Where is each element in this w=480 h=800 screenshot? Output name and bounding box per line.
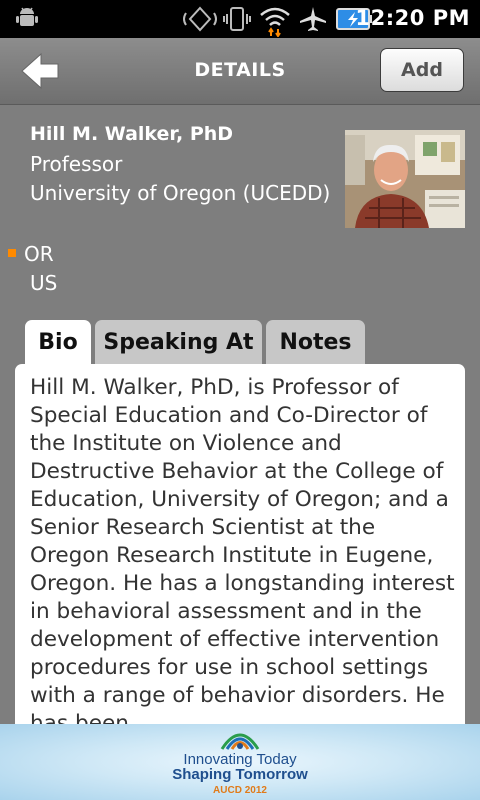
- speaker-photo: [345, 130, 465, 228]
- title-bar: DETAILS Add: [0, 38, 480, 105]
- back-arrow-icon: [14, 52, 66, 100]
- bio-panel[interactable]: Hill M. Walker, PhD, is Professor of Spe…: [15, 364, 465, 736]
- wifi-icon: [258, 5, 292, 41]
- tab-speaking-at[interactable]: Speaking At: [95, 320, 262, 365]
- speaker-state: OR: [24, 242, 54, 266]
- speaker-country: US: [30, 271, 58, 295]
- airplane-icon: [298, 5, 328, 37]
- bio-text: Hill M. Walker, PhD, is Professor of Spe…: [30, 375, 455, 736]
- banner-tagline-2: Shaping Tomorrow: [172, 766, 308, 783]
- vibrate-icon: [181, 5, 219, 37]
- banner-event-name: AUCD 2012: [213, 785, 267, 796]
- add-button[interactable]: Add: [380, 48, 464, 92]
- tab-bio[interactable]: Bio: [25, 320, 91, 368]
- speaker-name: Hill M. Walker, PhD: [30, 123, 234, 145]
- location-marker: [8, 249, 16, 257]
- speaker-organization: University of Oregon (UCEDD): [30, 181, 331, 205]
- clock: 12:20 PM: [355, 6, 470, 30]
- tab-notes[interactable]: Notes: [266, 320, 365, 365]
- phone-vibrate-icon: [221, 5, 253, 37]
- aucd-banner[interactable]: Innovating Today Shaping Tomorrow AUCD 2…: [0, 724, 480, 800]
- speaker-title: Professor: [30, 152, 123, 176]
- status-bar: 12:20 PM: [0, 0, 480, 38]
- android-debug-icon: [14, 5, 40, 35]
